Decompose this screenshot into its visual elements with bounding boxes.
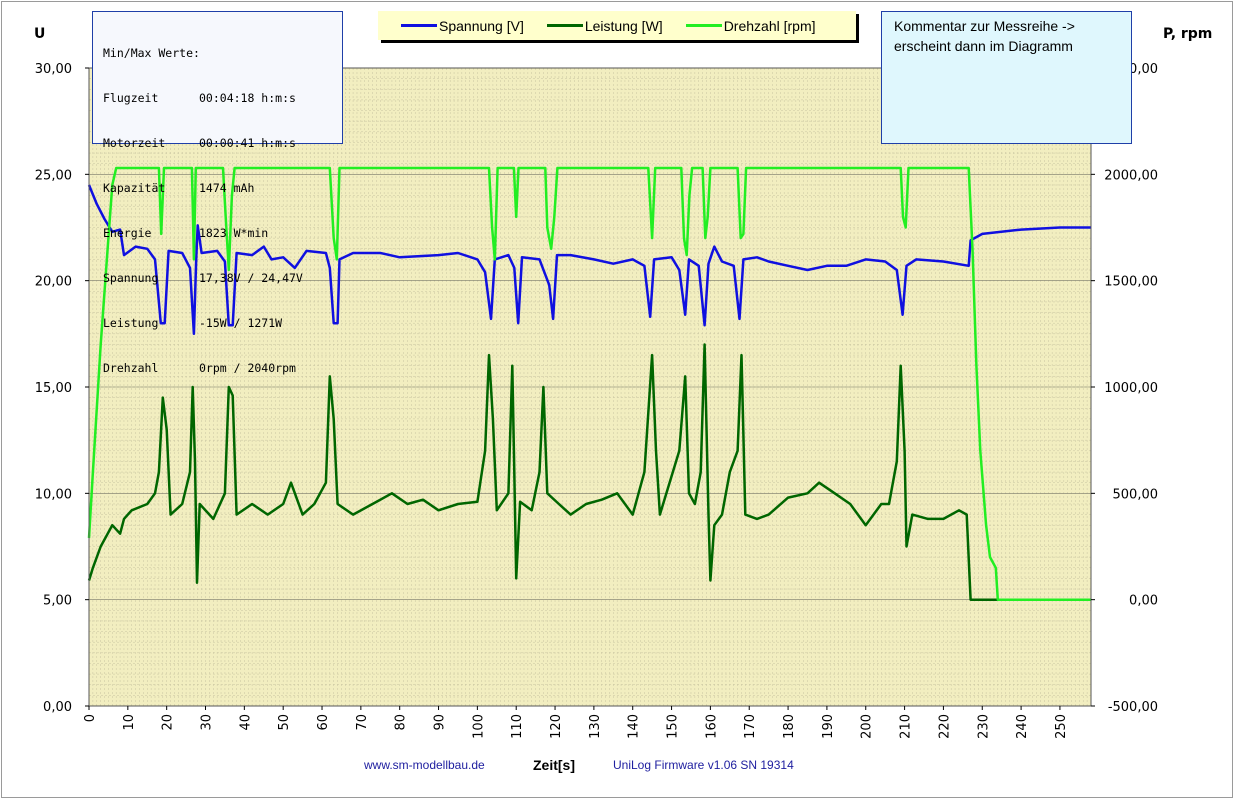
y-tick-label-left: 15,00 <box>35 381 72 396</box>
x-tick-label: 0 <box>83 714 98 722</box>
comment-line-1: Kommentar zur Messreihe -> <box>894 18 1075 34</box>
x-tick-label: 200 <box>860 714 875 739</box>
stats-label: Leistung <box>103 316 159 330</box>
y-tick-label-right: -500,00 <box>1108 700 1158 715</box>
stats-row: Motorzeit 00:00:41 h:m:s <box>103 136 342 151</box>
x-tick-label: 40 <box>238 714 253 731</box>
legend-swatch-drehzahl <box>685 24 722 27</box>
legend-item-drehzahl: Drehzahl [rpm] <box>685 17 816 34</box>
stats-label: Drehzahl <box>103 361 159 375</box>
comment-line-2: erscheint dann im Diagramm <box>894 38 1073 54</box>
y-tick-label-right: 1500,00 <box>1104 275 1158 290</box>
y-tick-label-right: 0,00 <box>1129 594 1158 609</box>
right-axis-unit: P, rpm <box>1163 26 1213 42</box>
y-tick-label-left: 5,00 <box>43 594 72 609</box>
stats-title: Min/Max Werte: <box>103 46 200 60</box>
x-tick-label: 110 <box>510 714 525 739</box>
stats-label: Spannung <box>103 271 159 285</box>
legend-label: Spannung [V] <box>439 17 524 34</box>
x-tick-label: 80 <box>394 714 409 731</box>
x-tick-label: 60 <box>316 714 331 731</box>
x-tick-label: 150 <box>666 714 681 739</box>
stats-value: 00:00:41 h:m:s <box>199 136 296 150</box>
x-tick-label: 130 <box>588 714 603 739</box>
x-tick-label: 190 <box>821 714 836 739</box>
stats-row: Flugzeit 00:04:18 h:m:s <box>103 91 342 106</box>
website-link[interactable]: www.sm-modellbau.de <box>364 758 485 772</box>
y-tick-label-left: 25,00 <box>35 168 72 183</box>
legend-swatch-spannung <box>401 24 437 27</box>
x-tick-label: 90 <box>433 714 448 731</box>
x-tick-label: 250 <box>1054 714 1069 739</box>
x-tick-label: 100 <box>471 714 486 739</box>
stats-value: 17,38V / 24,47V <box>199 271 303 285</box>
y-tick-label-right: 500,00 <box>1113 487 1159 502</box>
stats-label: Kapazität <box>103 181 166 195</box>
legend-swatch-leistung <box>546 24 583 27</box>
stats-row: Drehzahl 0rpm / 2040rpm <box>103 361 342 376</box>
stats-label: Energie <box>103 226 152 240</box>
x-tick-label: 120 <box>549 714 564 739</box>
x-tick-label: 180 <box>782 714 797 739</box>
legend-item-leistung: Leistung [W] <box>546 17 663 34</box>
legend-label: Drehzahl [rpm] <box>723 17 816 34</box>
min-max-stats-box: Min/Max Werte: Flugzeit 00:04:18 h:m:s Mo… <box>92 11 343 375</box>
x-tick-label: 160 <box>704 714 719 739</box>
stats-label: Motorzeit <box>103 136 166 150</box>
y-tick-label-left: 30,00 <box>35 62 72 77</box>
left-axis-unit: U <box>34 26 46 42</box>
stats-value: 00:04:18 h:m:s <box>199 91 296 105</box>
x-tick-label: 20 <box>161 714 176 731</box>
x-tick-label: 70 <box>355 714 370 731</box>
y-tick-label-left: 20,00 <box>35 275 72 290</box>
stats-row: Spannung 17,38V / 24,47V <box>103 271 342 286</box>
x-tick-label: 220 <box>937 714 952 739</box>
x-tick-label: 50 <box>277 714 292 731</box>
x-tick-label: 140 <box>627 714 642 739</box>
stats-row: Leistung -15W / 1271W <box>103 316 342 331</box>
stats-row: Energie 1823 W*min <box>103 226 342 241</box>
stats-label: Flugzeit <box>103 91 159 105</box>
stats-value: -15W / 1271W <box>199 316 283 330</box>
stats-value: 1474 mAh <box>199 181 255 195</box>
y-tick-label-left: 10,00 <box>35 487 72 502</box>
x-tick-label: 210 <box>899 714 914 739</box>
x-tick-label: 240 <box>1015 714 1030 739</box>
firmware-info: UniLog Firmware v1.06 SN 19314 <box>613 758 794 772</box>
x-axis-label: Zeit[s] <box>533 757 575 773</box>
y-tick-label-right: 2000,00 <box>1104 168 1158 183</box>
x-tick-label: 30 <box>200 714 215 731</box>
stats-value: 1823 W*min <box>199 226 269 240</box>
legend-label: Leistung [W] <box>584 17 663 34</box>
stats-value: 0rpm / 2040rpm <box>199 361 296 375</box>
comment-box: Kommentar zur Messreihe -> erscheint dan… <box>881 11 1132 144</box>
legend: Spannung [V] Leistung [W] Drehzahl [rpm] <box>378 11 856 40</box>
legend-item-spannung: Spannung [V] <box>401 18 524 34</box>
x-tick-label: 230 <box>976 714 991 739</box>
y-tick-label-left: 0,00 <box>43 700 72 715</box>
y-tick-label-right: 1000,00 <box>1104 381 1158 396</box>
x-tick-label: 170 <box>743 714 758 739</box>
x-tick-label: 10 <box>122 714 137 731</box>
stats-row: Kapazität 1474 mAh <box>103 181 342 196</box>
